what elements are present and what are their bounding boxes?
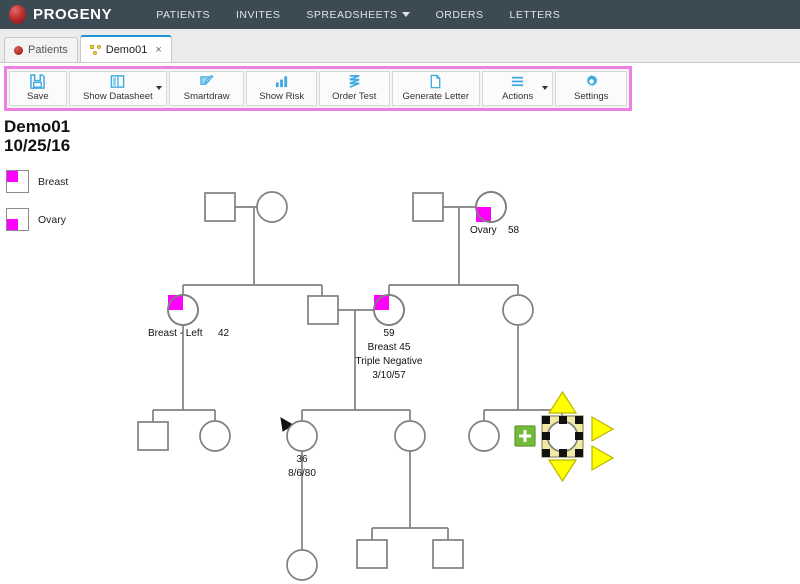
hamburger-icon [510, 74, 525, 89]
pedigree-node-male[interactable] [307, 295, 339, 325]
chart-date: 10/25/16 [4, 136, 71, 155]
pedigree-icon [89, 44, 101, 55]
pedigree-label: 42 [218, 328, 230, 339]
save-disk-icon [30, 74, 46, 89]
pedigree-svg: Ovary 58 Breast - Left 42 59 Breast 45 T… [137, 191, 615, 581]
page-title: Demo01 [4, 117, 71, 136]
nav-item-invites[interactable]: INVITES [236, 9, 280, 21]
smartdraw-button[interactable]: Smartdraw [168, 71, 245, 106]
tab-bar: Patients Demo01 × [0, 29, 800, 63]
actions-button[interactable]: Actions [481, 71, 554, 106]
bar-chart-icon [274, 74, 289, 89]
pedigree-label: Triple Negative [356, 356, 423, 367]
pedigree-node-female-breast-triple-negative[interactable] [373, 294, 405, 326]
progeny-app-window: PROGENY PATIENTS INVITES SPREADSHEETS OR… [0, 0, 800, 584]
order-test-button[interactable]: Order Test [319, 71, 390, 106]
pedigree-label: 58 [508, 225, 520, 236]
nav-item-letters[interactable]: LETTERS [510, 9, 561, 21]
main-nav: PATIENTS INVITES SPREADSHEETS ORDERS LET… [156, 9, 586, 21]
add-sibling-arrow-right-lower[interactable] [591, 444, 615, 472]
nav-item-orders[interactable]: ORDERS [436, 9, 484, 21]
pedigree-node-female[interactable] [256, 191, 288, 223]
tab-patients-label: Patients [28, 44, 68, 56]
nav-item-invites-label: INVITES [236, 8, 281, 21]
pedigree-node-female[interactable] [394, 420, 426, 452]
pedigree-node-female[interactable] [502, 294, 534, 326]
close-icon[interactable]: × [155, 44, 161, 56]
pedigree-label: Breast - Left [148, 328, 203, 339]
smartdraw-pencil-icon [199, 74, 214, 89]
gear-icon [584, 74, 599, 89]
nav-item-patients-label: PATIENTS [156, 8, 211, 21]
pedigree-label: 36 [296, 454, 308, 465]
pedigree-node-female[interactable] [286, 549, 318, 581]
pedigree-toolbar: Save Show Datasheet Smartdraw Show Risk … [4, 66, 632, 111]
pedigree-node-male[interactable] [356, 539, 388, 569]
top-navigation-bar: PROGENY PATIENTS INVITES SPREADSHEETS OR… [0, 0, 800, 29]
pedigree-node-female[interactable] [199, 420, 231, 452]
order-test-button-label: Order Test [332, 91, 377, 102]
generate-letter-button[interactable]: Generate Letter [391, 71, 480, 106]
actions-dropdown-arrow[interactable] [542, 86, 549, 90]
pedigree-connector-lines [152, 206, 563, 550]
red-orb-icon [14, 45, 23, 55]
smartdraw-button-label: Smartdraw [183, 91, 230, 102]
pedigree-canvas[interactable]: Ovary 58 Breast - Left 42 59 Breast 45 T… [0, 160, 800, 584]
pedigree-label: 3/10/57 [372, 370, 406, 381]
pedigree-label: 59 [383, 328, 395, 339]
nav-item-spreadsheets-label: SPREADSHEETS [306, 8, 398, 21]
brand-name: PROGENY [33, 6, 113, 23]
tab-demo01[interactable]: Demo01 × [79, 35, 172, 62]
brand-logo[interactable]: PROGENY [0, 5, 112, 24]
save-button[interactable]: Save [9, 71, 67, 106]
pedigree-node-male[interactable] [412, 192, 444, 222]
pedigree-node-female-breast[interactable] [167, 294, 199, 326]
show-datasheet-dropdown-arrow[interactable] [155, 86, 162, 90]
pedigree-node-male[interactable] [137, 421, 169, 451]
nav-item-letters-label: LETTERS [509, 8, 561, 21]
add-partner-arrow-right-upper[interactable] [591, 415, 615, 443]
chevron-down-icon [401, 12, 410, 17]
pedigree-label: Ovary [470, 225, 497, 236]
document-icon [428, 74, 443, 89]
pedigree-node-male[interactable] [204, 192, 236, 222]
tab-patients[interactable]: Patients [4, 37, 78, 62]
datasheet-icon [110, 74, 125, 89]
show-risk-button-label: Show Risk [259, 91, 305, 102]
pedigree-node-male[interactable] [432, 539, 464, 569]
add-parent-arrow-up[interactable] [547, 390, 578, 414]
pedigree-node-female-proband[interactable] [286, 420, 318, 452]
nav-item-orders-label: ORDERS [435, 8, 484, 21]
add-child-arrow-down[interactable] [547, 459, 578, 483]
nav-item-patients[interactable]: PATIENTS [156, 9, 210, 21]
pedigree-label: 8/6/80 [288, 468, 316, 479]
settings-button[interactable]: Settings [555, 71, 627, 106]
settings-button-label: Settings [574, 91, 609, 102]
tab-demo01-label: Demo01 [105, 43, 148, 56]
selected-node-group[interactable] [514, 390, 615, 483]
pedigree-node-female-ovary[interactable] [475, 191, 507, 223]
generate-letter-button-label: Generate Letter [402, 91, 470, 102]
show-datasheet-button[interactable]: Show Datasheet [68, 71, 167, 106]
actions-button-label: Actions [502, 91, 534, 102]
pedigree-label: Breast 45 [368, 342, 411, 353]
pedigree-node-female[interactable] [468, 420, 500, 452]
show-risk-button[interactable]: Show Risk [246, 71, 317, 106]
order-test-icon [347, 74, 362, 89]
show-datasheet-button-label: Show Datasheet [82, 91, 153, 102]
save-button-label: Save [26, 91, 49, 102]
pedigree-node-female-selected[interactable] [546, 420, 579, 453]
add-relative-button[interactable] [514, 425, 536, 447]
nav-item-spreadsheets[interactable]: SPREADSHEETS [306, 8, 410, 21]
progeny-orb-icon [9, 5, 26, 24]
